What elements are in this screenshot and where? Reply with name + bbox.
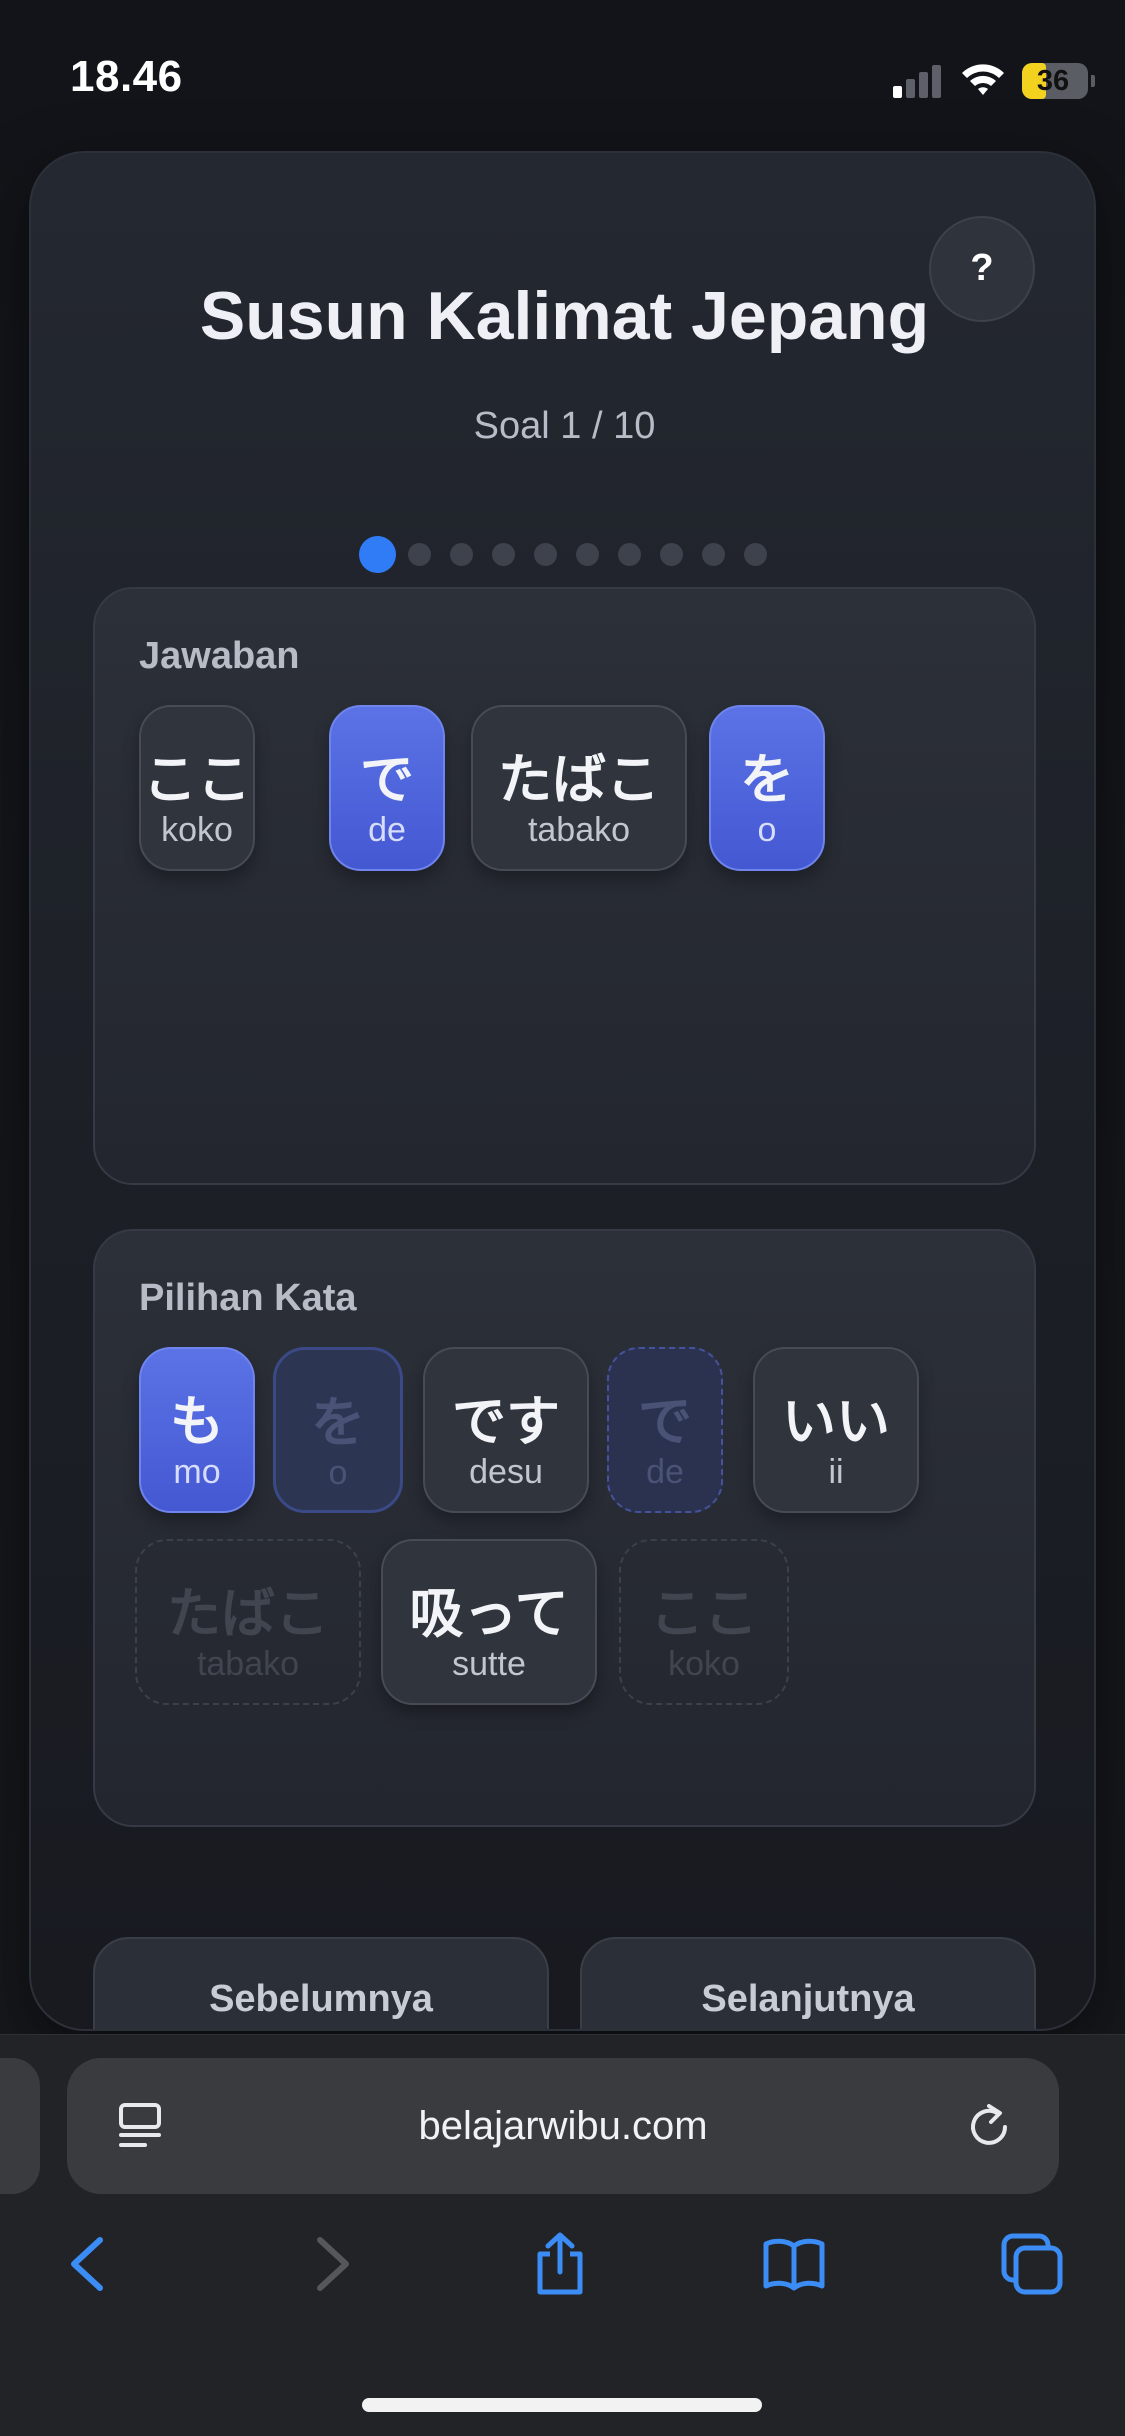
tabs-icon[interactable] [1000, 2232, 1064, 2296]
screen: 18.46 36 ? Susun Kalimat Jepang Soal 1 /… [0, 0, 1125, 2436]
status-bar: 18.46 36 [0, 0, 1125, 150]
tile-romaji: o [328, 1454, 348, 1492]
battery-percent: 36 [1036, 65, 1070, 97]
question-counter: Soal 1 / 10 [473, 405, 656, 447]
tile-kana: を [740, 750, 794, 810]
word-tile-desu[interactable]: です desu [423, 1347, 589, 1513]
word-tile-ii[interactable]: いい ii [753, 1347, 919, 1513]
tile-kana: いい [782, 1392, 890, 1452]
word-tile-o[interactable]: をo [709, 705, 825, 871]
tile-romaji: o [757, 811, 777, 849]
tile-romaji: koko [161, 811, 233, 849]
progress-dot [492, 543, 515, 566]
choices-panel-label: Pilihan Kata [139, 1277, 357, 1319]
word-tile-o: をo [273, 1347, 403, 1513]
tile-romaji: de [368, 811, 406, 849]
home-indicator [362, 2398, 762, 2412]
word-tile-koko[interactable]: ここ koko [139, 705, 255, 871]
tile-romaji: sutte [452, 1645, 526, 1683]
tile-kana: ここ [143, 750, 251, 810]
progress-dot [450, 543, 473, 566]
tile-kana: を [311, 1393, 365, 1453]
progress-dot [534, 543, 557, 566]
tile-kana: 吸って [409, 1584, 569, 1644]
word-tile-de: で de [607, 1347, 723, 1513]
tile-kana: も [170, 1392, 224, 1452]
progress-dot [702, 543, 725, 566]
tile-romaji: koko [668, 1645, 740, 1683]
answer-panel-label: Jawaban [139, 635, 300, 677]
word-tile-tabako[interactable]: たばこ tabako [471, 705, 687, 871]
progress-dot-active [359, 536, 396, 573]
word-tile-koko: ここ koko [619, 1539, 789, 1705]
tile-kana: ここ [650, 1584, 758, 1644]
choices-panel: Pilihan Kata も mo を o です desu で de いい ii たばこ tabako… [93, 1229, 1036, 1827]
progress-dot [744, 543, 767, 566]
tile-romaji: mo [173, 1453, 221, 1491]
forward-icon[interactable] [298, 2232, 362, 2296]
url-text[interactable]: belajarwibu.com [67, 2058, 1059, 2194]
tile-kana: たばこ [167, 1584, 329, 1644]
share-icon[interactable] [528, 2232, 592, 2296]
word-tile-tabako: たばこ tabako [135, 1539, 361, 1705]
tile-kana: で [638, 1392, 692, 1452]
tile-kana: で [360, 750, 414, 810]
word-tile-de[interactable]: で de [329, 705, 445, 871]
wifi-icon [962, 64, 1004, 95]
progress-dot [408, 543, 431, 566]
tile-romaji: tabako [527, 811, 631, 849]
address-bar[interactable]: belajarwibu.com [67, 2058, 1059, 2194]
answer-panel[interactable]: Jawaban ここ koko で de たばこ tabako を o [93, 587, 1036, 1185]
bookmarks-icon[interactable] [762, 2232, 826, 2296]
cellular-signal-icon [893, 62, 943, 98]
previous-button[interactable]: Sebelumnya [93, 1937, 549, 2029]
tile-romaji: ii [828, 1453, 844, 1491]
progress-dot [660, 543, 683, 566]
tile-kana: です [452, 1392, 560, 1452]
back-icon[interactable] [58, 2232, 122, 2296]
word-tile-sutte[interactable]: 吸って sutte [381, 1539, 597, 1705]
status-time: 18.46 [70, 52, 183, 101]
previous-tab-peek[interactable] [0, 2058, 40, 2194]
tile-romaji: de [646, 1453, 684, 1491]
page-title: Susun Kalimat Jepang [199, 278, 930, 354]
tile-kana: たばこ [498, 750, 660, 810]
progress-dot [576, 543, 599, 566]
next-button[interactable]: Selanjutnya [580, 1937, 1036, 2029]
progress-dot [618, 543, 641, 566]
reload-icon[interactable] [965, 2102, 1015, 2152]
tile-romaji: tabako [196, 1645, 300, 1683]
quiz-card: ? Susun Kalimat Jepang Soal 1 / 10 Jawab… [29, 151, 1096, 2031]
word-tile-mo[interactable]: も mo [139, 1347, 255, 1513]
tile-romaji: desu [469, 1453, 543, 1491]
battery-icon: 36 [1022, 63, 1095, 99]
